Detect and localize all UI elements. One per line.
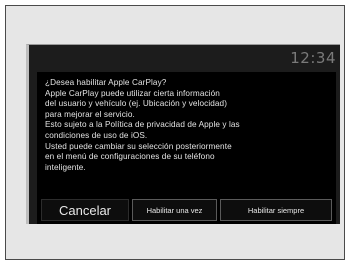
enable-always-button[interactable]: Habilitar siempre — [220, 199, 332, 221]
clock: 12:34 — [290, 49, 336, 67]
cancel-button[interactable]: Cancelar — [41, 199, 129, 221]
display-screen: 12:34 ¿Desea habilitar Apple CarPlay? Ap… — [26, 44, 340, 224]
dialog-message: ¿Desea habilitar Apple CarPlay? Apple Ca… — [45, 78, 240, 172]
enable-once-button[interactable]: Habilitar una vez — [132, 199, 217, 221]
figure-frame: 12:34 ¿Desea habilitar Apple CarPlay? Ap… — [5, 5, 345, 260]
carplay-consent-dialog: ¿Desea habilitar Apple CarPlay? Apple Ca… — [37, 72, 336, 224]
dialog-button-row: Cancelar Habilitar una vez Habilitar sie… — [41, 199, 332, 221]
